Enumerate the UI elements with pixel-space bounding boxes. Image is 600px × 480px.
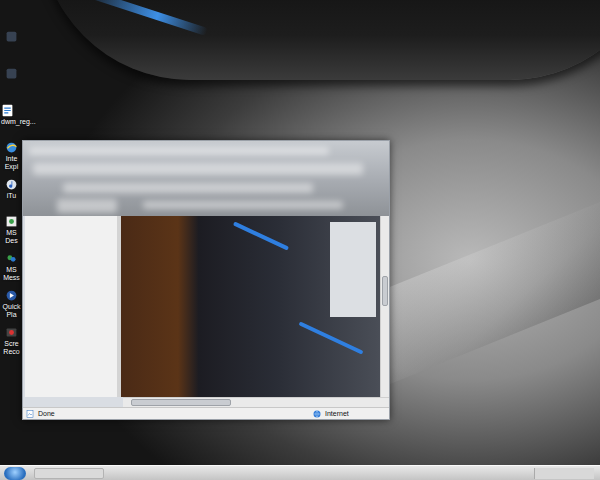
main-pane [121,216,389,397]
icon-label: Expl [5,163,19,171]
system-tray [534,468,594,479]
scroll-thumb[interactable] [382,276,388,306]
icon-label: MS [6,266,17,274]
desktop-icon[interactable]: dwm_reg... [1,104,22,137]
icon-label: Inte [6,155,18,163]
network-icon [5,215,18,228]
wallpaper-shape [40,0,600,80]
horizontal-scrollbar[interactable] [123,397,389,407]
messenger-icon [5,252,18,265]
desktop-icon[interactable]: iTu [1,178,22,211]
status-bar: Done Internet [23,407,389,419]
zone-cell: Internet [313,409,383,419]
shortcut-icon [5,67,18,80]
icon-label: Pla [6,311,16,319]
vertical-scrollbar[interactable] [380,216,389,397]
icon-label: Mess [3,274,20,282]
page-icon [26,410,34,418]
side-pane [25,216,121,397]
icon-label: Des [5,237,17,245]
desktop-icon[interactable]: InteExpl [1,141,22,174]
desktop-icon[interactable]: MSMess [1,252,22,285]
browser-window[interactable]: Done Internet [22,140,390,420]
zone-text: Internet [325,409,349,419]
icon-label: MS [6,229,17,237]
icon-label: iTu [7,192,16,200]
desktop-icon[interactable]: ScreReco [1,326,22,359]
desktop-icon[interactable] [1,67,22,100]
taskbar-button[interactable] [34,468,104,479]
taskbar [0,465,600,480]
icon-label: dwm_reg... [1,118,36,126]
document-icon [1,104,14,117]
status-text: Done [38,409,55,419]
globe-icon [313,410,321,418]
player-icon [5,289,18,302]
desktop-icon[interactable]: QuickPla [1,289,22,322]
icon-label: Quick [3,303,21,311]
recorder-icon [5,326,18,339]
start-button[interactable] [4,467,26,480]
music-icon [5,178,18,191]
icon-label: Reco [3,348,19,356]
window-titlebar [23,141,389,216]
window-content [23,216,389,397]
icon-label: Scre [4,340,18,348]
desktop-icon[interactable] [1,30,22,63]
browser-icon [5,141,18,154]
scroll-thumb[interactable] [131,399,231,406]
desktop: dwm_reg...InteExpliTuMSDesMSMessQuickPla… [0,0,600,480]
desktop-icons: dwm_reg...InteExpliTuMSDesMSMessQuickPla… [1,30,22,359]
desktop-icon[interactable]: MSDes [1,215,22,248]
shortcut-icon [5,30,18,43]
photo [121,216,380,397]
